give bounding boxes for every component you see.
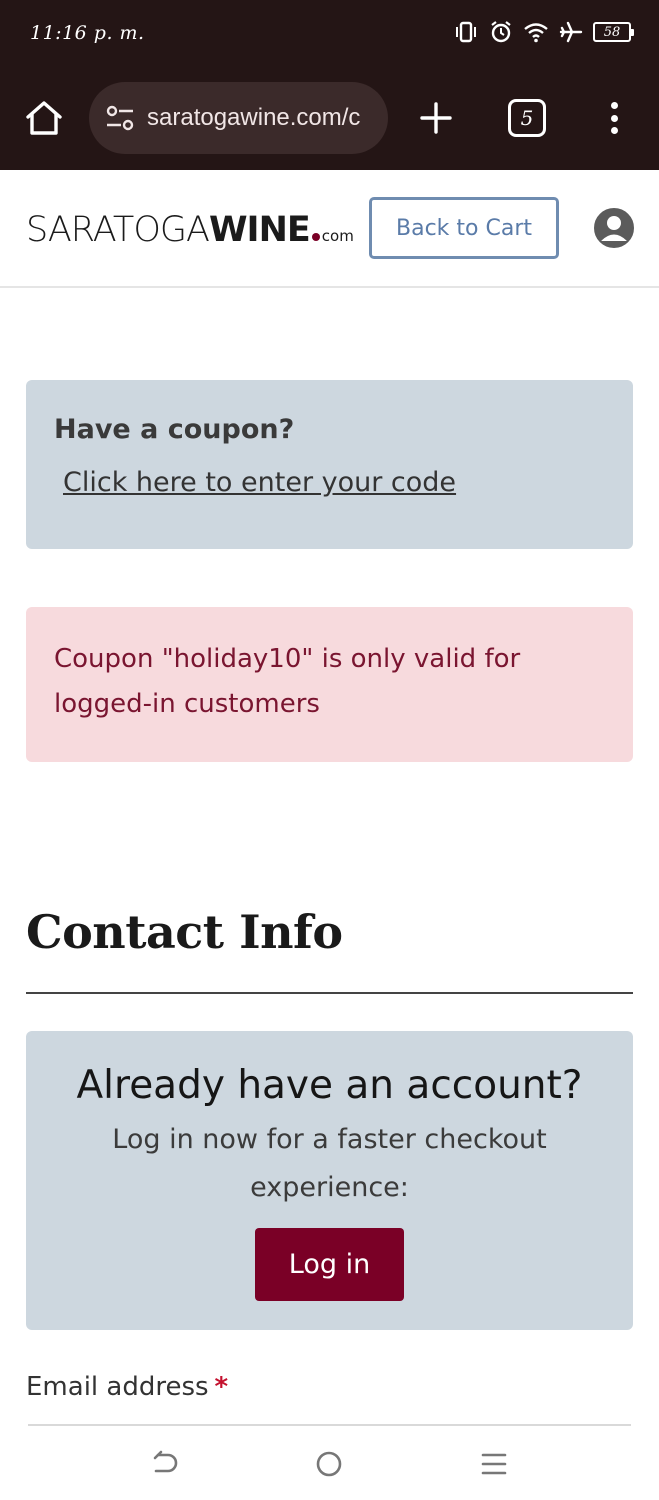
coupon-notice: Have a coupon? Click here to enter your …: [26, 380, 633, 549]
alarm-icon: [489, 20, 513, 44]
email-label-text: Email address: [26, 1372, 209, 1402]
overflow-menu-button[interactable]: [596, 96, 632, 140]
coupon-error-notice: Coupon "holiday10" is only valid for log…: [26, 607, 633, 762]
wifi-icon: [523, 21, 549, 43]
logo-bold-text: WINE: [208, 210, 311, 250]
email-label: Email address *: [26, 1372, 228, 1402]
vibrate-icon: [453, 21, 479, 43]
site-header: SARATOGA WINE com Back to Cart: [0, 170, 659, 288]
system-back-button[interactable]: [145, 1444, 185, 1484]
system-recents-button[interactable]: [474, 1444, 514, 1484]
back-to-cart-button[interactable]: Back to Cart: [369, 197, 559, 259]
required-mark: *: [214, 1372, 229, 1402]
status-icons: 58: [453, 20, 634, 44]
coupon-error-message: Coupon "holiday10" is only valid for log…: [54, 644, 521, 719]
url-text[interactable]: saratogawine.com/c: [147, 104, 360, 132]
browser-chrome: 11:16 p. m. 58 saratogawine.com/c 5: [0, 0, 659, 170]
login-subtitle: Log in now for a faster checkout experie…: [112, 1124, 547, 1203]
menu-dot: [610, 114, 618, 122]
account-button[interactable]: [594, 208, 634, 248]
status-bar: 11:16 p. m. 58: [0, 0, 659, 68]
login-title: Already have an account?: [76, 1063, 583, 1108]
browser-toolbar: saratogawine.com/c 5: [0, 78, 659, 158]
menu-dot: [610, 127, 618, 134]
new-tab-button[interactable]: [414, 96, 458, 140]
back-arrow-icon: [153, 1450, 178, 1473]
plus-icon: [420, 102, 452, 134]
login-prompt: Already have an account? Log in now for …: [26, 1031, 633, 1330]
site-settings-icon[interactable]: [103, 101, 137, 135]
tab-switcher-button[interactable]: 5: [508, 99, 546, 137]
section-divider: [26, 992, 633, 994]
menu-dot: [610, 102, 618, 109]
airplane-icon: [559, 20, 583, 44]
logo-dot: [311, 233, 320, 241]
user-avatar-icon: [594, 208, 634, 248]
logo-com-text: com: [321, 227, 354, 245]
circle-home-icon: [316, 1451, 342, 1477]
system-home-button[interactable]: [309, 1444, 349, 1484]
site-logo[interactable]: SARATOGA WINE com: [26, 210, 354, 250]
url-bar[interactable]: saratogawine.com/c: [89, 82, 388, 154]
home-icon: [26, 101, 62, 135]
recents-menu-icon: [481, 1453, 507, 1475]
contact-info-heading: Contact Info: [26, 905, 343, 959]
log-in-button[interactable]: Log in: [255, 1228, 404, 1301]
home-button[interactable]: [22, 96, 66, 140]
enter-coupon-link[interactable]: Click here to enter your code: [63, 467, 456, 498]
battery-icon: 58: [593, 22, 634, 42]
status-time: 11:16 p. m.: [30, 22, 145, 44]
logo-light-text: SARATOGA: [26, 210, 210, 250]
system-nav-bar: [0, 1426, 659, 1500]
coupon-title: Have a coupon?: [54, 414, 295, 445]
